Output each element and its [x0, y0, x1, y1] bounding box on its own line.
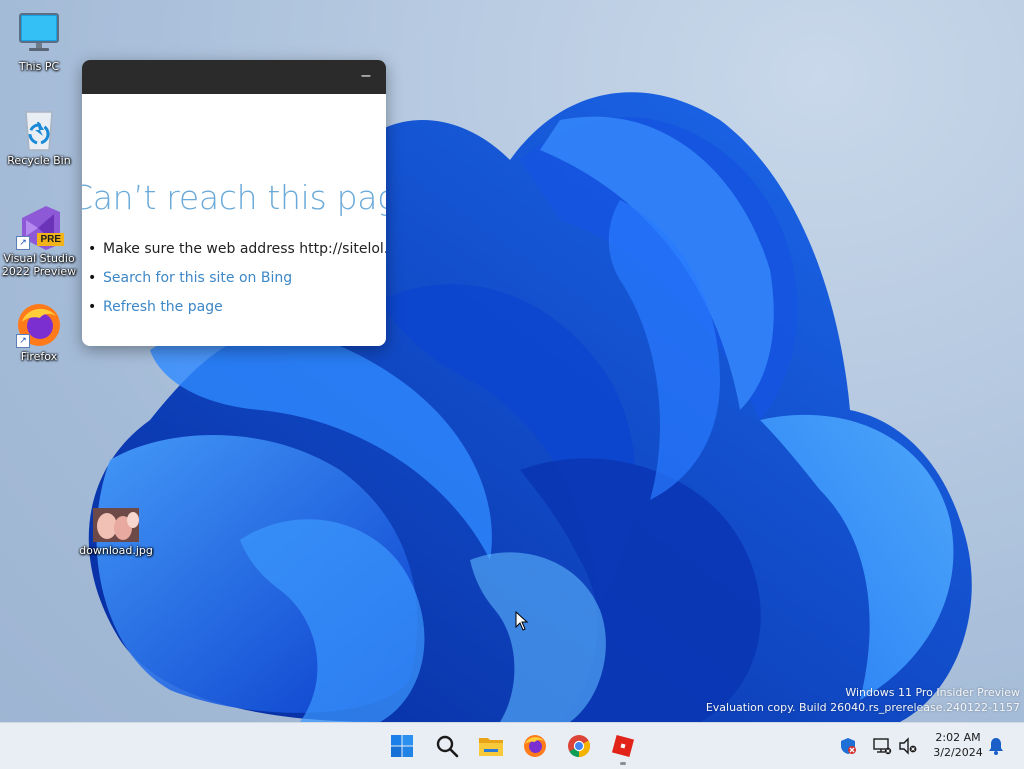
recycle-bin-icon — [16, 106, 62, 152]
watermark-build: Evaluation copy. Build 26040.rs_prerelea… — [705, 701, 1020, 714]
network-icon — [873, 738, 892, 755]
monitor-icon — [16, 12, 62, 58]
windows-security-tray[interactable] — [836, 730, 860, 762]
error-page: Can’t reach this page Make sure the web … — [82, 94, 386, 346]
shortcut-arrow-icon: ↗ — [16, 236, 30, 250]
roblox-icon — [611, 734, 635, 758]
desktop-icon-firefox[interactable]: ↗ Firefox — [0, 302, 78, 363]
running-indicator — [620, 762, 626, 765]
visual-studio-preview-icon: PRE ↗ — [16, 204, 64, 250]
evaluation-watermark: Windows 11 Pro Insider Preview Evaluatio… — [706, 685, 1020, 715]
firefox-icon — [524, 735, 546, 757]
watermark-edition: Windows 11 Pro Insider Preview — [845, 686, 1020, 699]
notification-bell-icon — [989, 738, 1003, 755]
firefox-icon: ↗ — [16, 302, 62, 348]
chrome-taskbar-button[interactable] — [563, 730, 595, 762]
start-icon — [391, 735, 413, 757]
desktop-icon-label: 2022 Preview — [1, 265, 77, 278]
clock-time: 2:02 AM — [935, 731, 981, 744]
suggestion-list: Make sure the web address http://sitelol… — [82, 240, 386, 327]
browser-window[interactable]: – Can’t reach this page Make sure the we… — [82, 60, 386, 346]
desktop-icon-visual-studio-preview[interactable]: PRE ↗ Visual Studio 2022 Preview — [0, 204, 78, 278]
volume-tray[interactable] — [896, 730, 920, 762]
clock-date: 3/2/2024 — [933, 746, 983, 759]
notification-button[interactable] — [984, 730, 1008, 762]
error-title: Can’t reach this page — [82, 178, 386, 217]
search-button[interactable] — [431, 730, 463, 762]
start-button[interactable] — [386, 730, 418, 762]
pre-badge: PRE — [37, 233, 64, 246]
desktop-icon-this-pc[interactable]: This PC — [0, 12, 78, 73]
firefox-taskbar-button[interactable] — [519, 730, 551, 762]
suggestion-check-address: Make sure the web address http://sitelol… — [88, 240, 386, 269]
file-explorer-button[interactable] — [475, 730, 507, 762]
desktop-icon-label: Firefox — [20, 350, 58, 363]
clock[interactable]: 2:02 AM 3/2/2024 — [924, 730, 992, 760]
desktop-icon-label: Visual Studio — [3, 252, 75, 265]
refresh-page-link[interactable]: Refresh the page — [88, 298, 386, 327]
desktop-icon-label: This PC — [18, 60, 60, 73]
network-tray[interactable] — [870, 730, 894, 762]
roblox-taskbar-button[interactable] — [607, 730, 639, 765]
windows-security-icon — [841, 738, 856, 754]
mouse-cursor-icon — [515, 611, 529, 631]
taskbar: 2:02 AM 3/2/2024 — [0, 722, 1024, 769]
file-explorer-icon — [479, 738, 503, 756]
search-bing-link[interactable]: Search for this site on Bing — [88, 269, 386, 298]
desktop-icon-download-jpg[interactable]: download.jpg — [77, 508, 155, 557]
chrome-icon — [568, 735, 590, 757]
volume-muted-icon — [899, 737, 917, 755]
search-icon — [436, 735, 459, 758]
title-bar[interactable]: – — [82, 60, 386, 94]
minimize-button[interactable]: – — [356, 68, 376, 86]
shortcut-arrow-icon: ↗ — [16, 334, 30, 348]
image-file-icon — [93, 508, 139, 542]
desktop-icon-label: download.jpg — [79, 544, 153, 557]
desktop-icon-recycle-bin[interactable]: Recycle Bin — [0, 106, 78, 167]
desktop-icon-label: Recycle Bin — [7, 154, 71, 167]
